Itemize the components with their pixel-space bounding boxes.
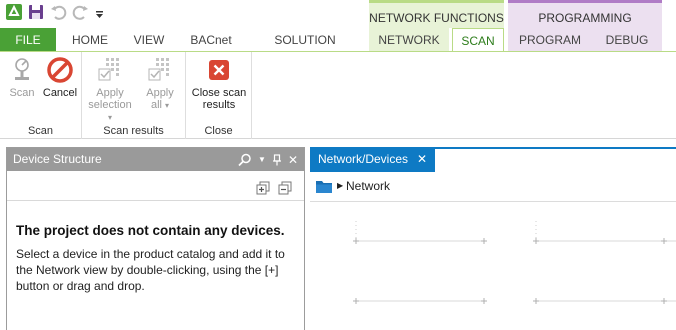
ribbon-group-scan-results: Apply selection ▾ Apply all ▾ Scan resul… [82,52,186,139]
scan-icon [15,58,29,80]
breadcrumb-arrow-icon[interactable]: ▶ [337,181,343,190]
redo-icon[interactable] [70,2,90,22]
ribbon-tabs: FILE HOME VIEW BACnet SOLUTION BUILDER N… [0,28,676,71]
close-icon [209,60,229,80]
breadcrumb[interactable]: Network [346,179,390,193]
network-devices-panel: Network/Devices ✕ ▶ Network [310,147,676,330]
apply-selection-button[interactable]: Apply selection ▾ [88,56,132,124]
empty-state-message: Select a device in the product catalog a… [16,247,285,293]
apply-selection-label-1: Apply [96,87,124,99]
tab-network[interactable]: NETWORK [369,28,449,51]
quick-access-toolbar: NETWORK FUNCTIONS PROGRAMMING FUNCTIONS [0,0,676,55]
search-icon[interactable] [238,153,252,167]
tab-view[interactable]: VIEW [126,28,172,51]
panel-title: Device Structure [13,152,102,166]
chevron-down-icon: ▾ [165,101,170,110]
cancel-button[interactable]: Cancel [40,56,80,99]
ribbon-group-close: Close scan results Close [186,52,252,139]
programming-functions-group-label: PROGRAMMING FUNCTIONS [508,0,662,55]
ribbon-group-scan: Scan Cancel Scan [0,52,82,139]
tab-debug[interactable]: DEBUG [592,28,662,51]
close-icon[interactable]: ✕ [417,147,427,172]
tab-bacnet[interactable]: BACnet [182,28,240,51]
ribbon: Scan Cancel Scan Apply selection ▾ Apply… [0,51,676,139]
chevron-down-icon[interactable]: ▼ [258,154,266,166]
expand-all-icon[interactable] [256,181,270,195]
ribbon-group-label-scan: Scan [27,125,54,137]
close-scan-label-2: results [202,99,236,111]
apply-selection-icon [98,58,119,81]
customize-toolbar-icon[interactable] [95,4,105,24]
cancel-button-label: Cancel [42,87,78,99]
apply-all-label-1: Apply [146,87,174,99]
tab-network-devices[interactable]: Network/Devices ✕ [310,147,436,172]
apply-all-button[interactable]: Apply all ▾ [140,56,180,112]
tab-solution-builder[interactable]: SOLUTION BUILDER [250,28,360,71]
device-structure-panel: Device Structure ▼ ✕ The project does no… [6,147,305,330]
ribbon-group-label-scan-results: Scan results [103,125,164,137]
scan-button[interactable]: Scan [6,56,38,99]
network-canvas[interactable] [310,203,676,330]
scan-button-label: Scan [9,87,35,99]
apply-all-icon [148,58,169,81]
tab-file[interactable]: FILE [0,28,56,51]
close-scan-label-1: Close scan [191,87,247,99]
tab-scan[interactable]: SCAN [452,28,504,52]
device-structure-toolbar [7,171,304,201]
network-breadcrumb-bar: ▶ Network [310,172,676,202]
close-scan-results-button[interactable]: Close scan results [188,56,250,111]
device-structure-header: Device Structure ▼ ✕ [7,148,304,171]
close-icon[interactable]: ✕ [288,154,298,166]
panel-header-controls: ▼ ✕ [238,148,298,171]
collapse-all-icon[interactable] [278,181,292,195]
tab-program[interactable]: PROGRAM [508,28,592,51]
cancel-icon [47,57,73,83]
chevron-down-icon: ▾ [107,113,112,122]
pin-icon[interactable] [272,153,282,166]
ribbon-group-label-close: Close [204,125,233,137]
tab-home[interactable]: HOME [64,28,116,51]
undo-icon[interactable] [49,2,69,22]
save-icon[interactable] [26,2,46,22]
tab-network-devices-label: Network/Devices [318,152,409,166]
apply-all-label-2: all [150,99,162,111]
apply-selection-label-2: selection [88,99,132,111]
empty-state-title: The project does not contain any devices… [16,223,285,238]
network-functions-group-label: NETWORK FUNCTIONS [369,0,504,28]
folder-icon [316,181,332,193]
app-logo-icon [6,4,22,20]
